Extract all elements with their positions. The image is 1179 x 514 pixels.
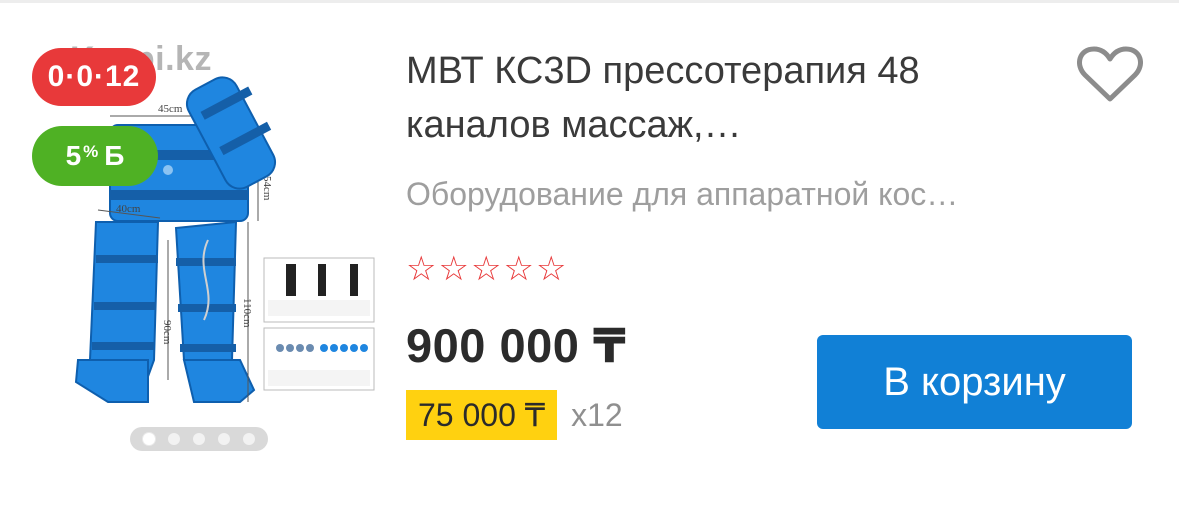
size-label-90cm: 90cm xyxy=(161,320,173,345)
monthly-payment-badge: 75 000 ₸ xyxy=(406,390,558,440)
star-outline-icon: ☆ xyxy=(406,250,437,288)
star-outline-icon: ☆ xyxy=(470,250,502,288)
size-label-110cm: 110cm xyxy=(241,298,253,328)
installment-info: 75 000 ₸ x12 xyxy=(406,390,623,440)
bonus-badge: 5% Б xyxy=(32,126,158,186)
top-divider xyxy=(0,0,1179,3)
product-price: 900 000 ₸ xyxy=(406,319,627,372)
installment-months: x12 xyxy=(571,396,623,433)
image-carousel-indicator[interactable] xyxy=(130,427,268,451)
carousel-dot[interactable] xyxy=(218,433,230,445)
product-category: Оборудование для аппаратной кос… xyxy=(406,176,959,212)
product-title[interactable]: МВТ КС3D прессотерапия 48 каналов массаж… xyxy=(406,44,1046,152)
carousel-dot[interactable] xyxy=(168,433,180,445)
size-label-45cm: 45cm xyxy=(158,103,183,115)
promo-timer-badge: 0·0·12 xyxy=(32,48,156,106)
star-outline-icon: ☆ xyxy=(438,250,469,288)
carousel-dot[interactable] xyxy=(143,433,155,445)
rating-stars: ☆ ☆ ☆ ☆ ☆ xyxy=(406,250,566,288)
carousel-dot[interactable] xyxy=(193,433,205,445)
product-image[interactable]: 45cm 54cm 40cm 90cm 110cm 0·0·12 5 % Б xyxy=(18,30,380,470)
bonus-value: 5 xyxy=(65,140,82,171)
carousel-dot[interactable] xyxy=(243,433,255,445)
add-to-cart-button[interactable]: В корзину xyxy=(817,335,1132,429)
star-outline-icon: ☆ xyxy=(535,250,567,288)
bonus-unit: % xyxy=(83,142,99,161)
bonus-symbol: Б xyxy=(104,140,125,171)
size-label-54cm: 54cm xyxy=(261,176,273,201)
size-label-40cm: 40cm xyxy=(116,203,141,215)
star-outline-icon: ☆ xyxy=(503,250,534,288)
heart-outline-icon[interactable] xyxy=(1077,45,1143,103)
